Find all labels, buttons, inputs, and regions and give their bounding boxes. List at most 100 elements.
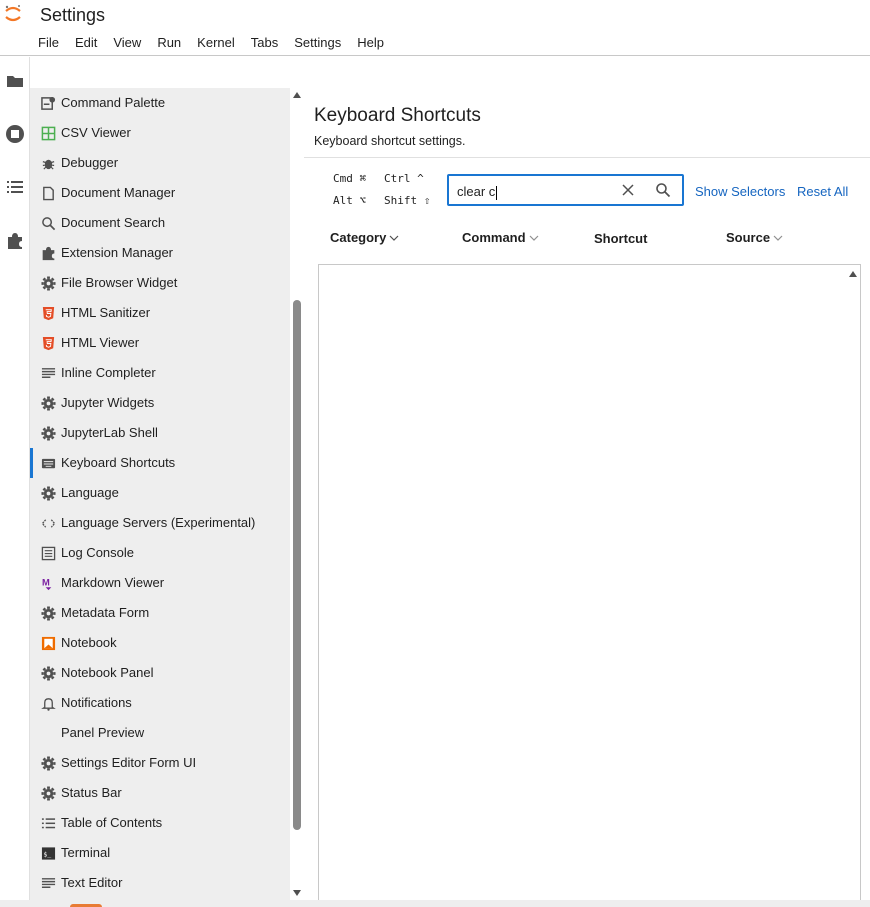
sidebar-item-notebook-panel[interactable]: Notebook Panel [30,658,290,688]
menu-run[interactable]: Run [149,33,189,52]
sidebar-item-jupyter-widgets[interactable]: Jupyter Widgets [30,388,290,418]
sidebar-item-terminal[interactable]: $_ Terminal [30,838,290,868]
sidebar-item-inline-completer[interactable]: Inline Completer [30,358,290,388]
scroll-thumb[interactable] [293,300,301,830]
sidebar-item-metadata-form[interactable]: Metadata Form [30,598,290,628]
column-header-command[interactable]: Command [462,230,539,245]
scroll-down-arrow-icon[interactable] [293,890,301,896]
search-icon[interactable] [655,182,671,198]
gear-icon [40,755,56,771]
sidebar-item-label: Notifications [61,695,132,710]
divider [304,157,870,158]
column-header-shortcut: Shortcut [594,231,647,246]
menu-kernel[interactable]: Kernel [189,33,243,52]
lines-icon [40,365,56,381]
modifier-shift: Shift ⇧ [384,194,431,207]
sidebar-item-document-manager[interactable]: Document Manager [30,178,290,208]
sidebar-item-text-editor[interactable]: Text Editor [30,868,290,898]
sidebar-item-csv-viewer[interactable]: CSV Viewer [30,118,290,148]
sidebar-item-label: Notebook Panel [61,665,154,680]
sidebar-item-log-console[interactable]: Log Console [30,538,290,568]
jupyter-logo-icon[interactable] [4,4,22,26]
menu-view[interactable]: View [105,33,149,52]
palette-icon [40,95,56,111]
gear-icon [40,395,56,411]
notebook-icon [40,635,56,651]
chevron-down-icon [773,235,783,241]
sidebar-item-panel-preview[interactable]: Panel Preview [30,718,290,748]
sidebar-item-html-viewer[interactable]: HTML Viewer [30,328,290,358]
sidebar-item-label: HTML Viewer [61,335,140,350]
sidebar-item-label: Jupyter Widgets [61,395,155,410]
sidebar-item-label: Inline Completer [61,365,156,380]
shortcut-results-list[interactable] [318,264,861,904]
modifier-alt: Alt ⌥ [333,194,367,207]
menu-file[interactable]: File [30,33,67,52]
menu-help[interactable]: Help [349,33,392,52]
sidebar-item-label: HTML Sanitizer [61,305,151,320]
sidebar-item-table-of-contents[interactable]: Table of Contents [30,808,290,838]
sidebar-item-status-bar[interactable]: Status Bar [30,778,290,808]
sidebar-item-notebook[interactable]: Notebook [30,628,290,658]
toc-icon [7,181,23,193]
sidebar-item-settings-editor-form-ui[interactable]: Settings Editor Form UI [30,748,290,778]
close-icon[interactable] [621,183,635,197]
sidebar-item-label: Notebook [61,635,117,650]
menu-settings[interactable]: Settings [286,33,349,52]
scroll-up-arrow-icon[interactable] [849,271,857,277]
extension-manager-button[interactable] [3,229,27,253]
page-subtitle: Keyboard shortcut settings. [314,134,466,148]
show-selectors-button[interactable]: Show Selectors [695,184,785,199]
bug-icon [40,155,56,171]
running-icon [6,125,24,143]
folder-icon [7,76,23,87]
menu-tabs[interactable]: Tabs [243,33,286,52]
spreadsheet-icon [40,125,56,141]
gear-icon [40,275,56,291]
modifier-cmd: Cmd ⌘ [333,172,367,185]
sidebar-item-notifications[interactable]: Notifications [30,688,290,718]
reset-all-button[interactable]: Reset All [797,184,848,199]
gear-icon [40,665,56,681]
sidebar-item-language[interactable]: Language [30,478,290,508]
column-label-source: Source [726,230,771,245]
settings-sidebar: Command Palette CSV Viewer Debugger Documen… [30,88,290,900]
running-sessions-button[interactable] [3,122,27,146]
sidebar-item-debugger[interactable]: Debugger [30,148,290,178]
sidebar-item-markdown-viewer[interactable]: M Markdown Viewer [30,568,290,598]
sidebar-scrollbar[interactable] [290,88,304,900]
gear-icon [40,785,56,801]
gear-icon [40,605,56,621]
sidebar-item-document-search[interactable]: Document Search [30,208,290,238]
sidebar-item-label: Status Bar [61,785,122,800]
modifier-ctrl: Ctrl ^ [384,172,424,185]
list-icon [40,545,56,561]
lines-icon [40,875,56,891]
gear-icon [40,425,56,441]
code-icon [40,515,56,531]
sidebar-item-keyboard-shortcuts[interactable]: Keyboard Shortcuts [30,448,290,478]
sidebar-item-jupyterlab-shell[interactable]: JupyterLab Shell [30,418,290,448]
sidebar-item-html-sanitizer[interactable]: HTML Sanitizer [30,298,290,328]
sidebar-item-file-browser-widget[interactable]: File Browser Widget [30,268,290,298]
menu-bar: File Edit View Run Kernel Tabs Settings … [30,33,392,52]
keyboard-shortcuts-panel: Keyboard Shortcuts Keyboard shortcut set… [304,88,870,904]
sidebar-item-command-palette[interactable]: Command Palette [30,88,290,118]
page-title: Keyboard Shortcuts [314,105,481,126]
sidebar-item-label: Command Palette [61,95,166,110]
toc-icon [40,815,56,831]
sidebar-item-label: Language Servers (Experimental) [61,515,256,530]
sidebar-item-label: Panel Preview [61,725,145,740]
scroll-up-arrow-icon[interactable] [293,92,301,98]
sidebar-item-language-servers-experimental[interactable]: Language Servers (Experimental) [30,508,290,538]
chevron-down-icon [529,235,538,241]
sidebar-item-label: CSV Viewer [61,125,131,140]
shortcut-search-input[interactable]: clear c [447,174,684,206]
column-header-source[interactable]: Source [726,230,783,245]
menu-edit[interactable]: Edit [67,33,105,52]
toc-button[interactable] [3,175,27,199]
sidebar-item-label: Settings Editor Form UI [61,755,197,770]
file-browser-button[interactable] [3,69,27,93]
column-header-category[interactable]: Category [330,230,399,245]
sidebar-item-extension-manager[interactable]: Extension Manager [30,238,290,268]
